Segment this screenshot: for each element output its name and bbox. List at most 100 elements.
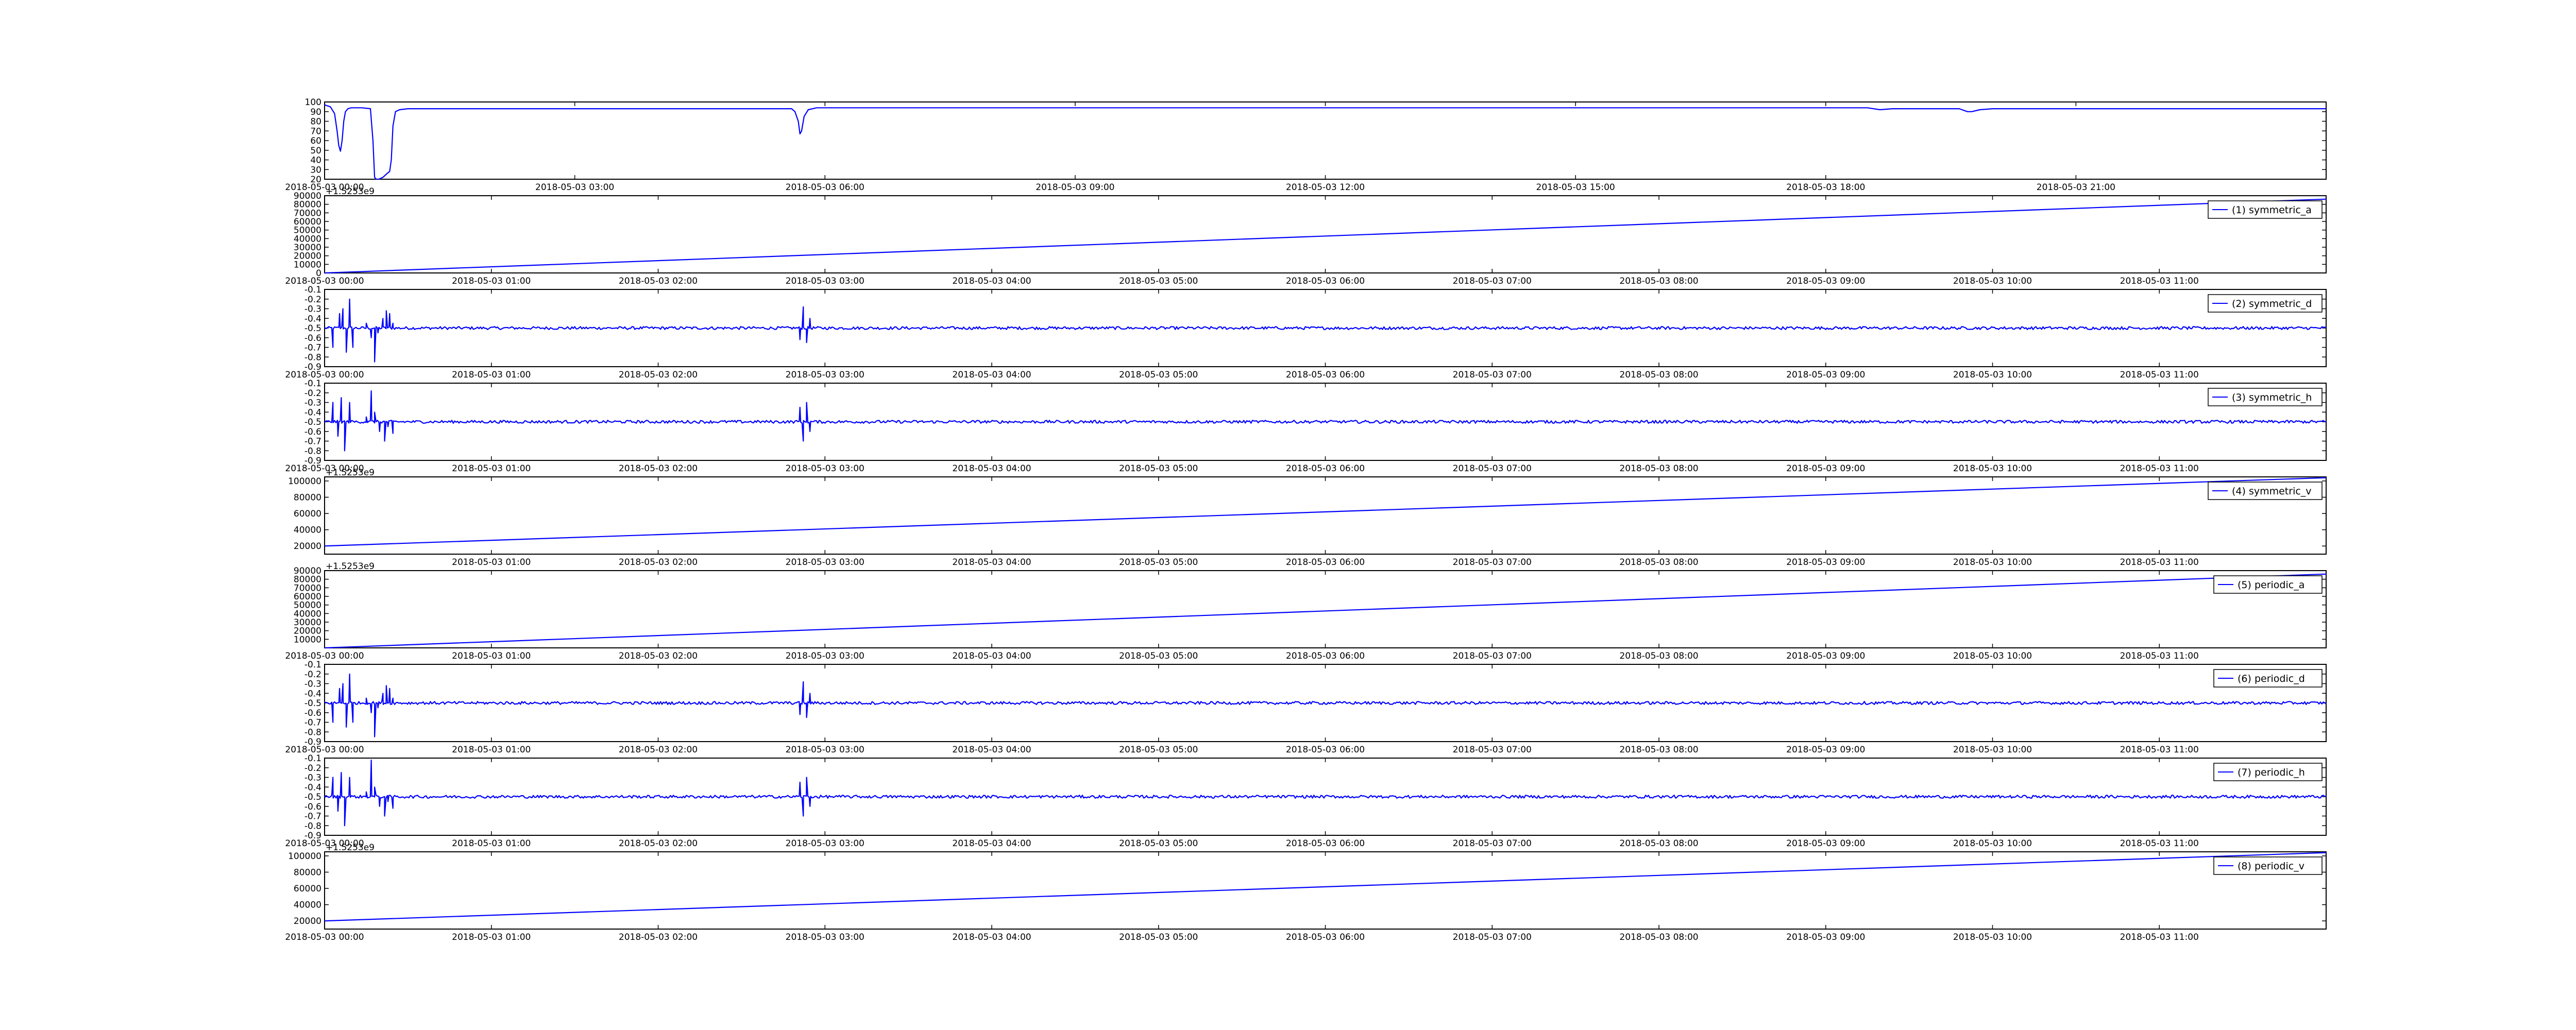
x-tick-label: 2018-05-03 03:00: [786, 370, 865, 380]
y-tick-label: 100: [305, 97, 321, 108]
y-tick-label: -0.7: [304, 718, 321, 728]
x-tick-label: 2018-05-03 03:00: [535, 182, 614, 193]
x-tick-label: 2018-05-03 02:00: [619, 745, 698, 755]
x-tick-label: 2018-05-03 08:00: [1619, 464, 1698, 474]
y-tick-label: -0.8: [304, 821, 321, 831]
x-tick-label: 2018-05-03 10:00: [1953, 370, 2032, 380]
x-tick-label: 2018-05-03 11:00: [2120, 464, 2199, 474]
legend-label: (3) symmetric_h: [2232, 392, 2312, 403]
legend-label: (5) periodic_a: [2238, 579, 2304, 591]
y-tick-label: 40000: [294, 900, 321, 911]
y-tick-label: -0.4: [304, 782, 321, 793]
x-tick-label: 2018-05-03 02:00: [619, 370, 698, 380]
x-tick-label: 2018-05-03 07:00: [1453, 745, 1532, 755]
y-tick-label: 90000: [294, 566, 321, 576]
x-tick-label: 2018-05-03 03:00: [786, 838, 865, 849]
x-tick-label: 2018-05-03 09:00: [1036, 182, 1114, 193]
legend-label: (7) periodic_h: [2238, 767, 2305, 778]
x-tick-label: 2018-05-03 06:00: [1286, 651, 1365, 661]
x-tick-label: 2018-05-03 09:00: [1786, 276, 1865, 286]
x-tick-label: 2018-05-03 05:00: [1119, 838, 1198, 849]
y-tick-label: -0.8: [304, 352, 321, 363]
x-tick-label: 2018-05-03 18:00: [1786, 182, 1865, 193]
legend-label: (4) symmetric_v: [2232, 486, 2312, 497]
x-tick-label: 2018-05-03 06:00: [1286, 932, 1365, 942]
x-tick-label: 2018-05-03 15:00: [1536, 182, 1615, 193]
y-tick-label: -0.1: [304, 379, 321, 389]
x-tick-label: 2018-05-03 10:00: [1953, 464, 2032, 474]
x-tick-label: 2018-05-03 03:00: [786, 932, 865, 942]
y-tick-label: -0.5: [304, 417, 321, 427]
y-tick-label: 40000: [294, 525, 321, 536]
x-tick-label: 2018-05-03 01:00: [452, 464, 531, 474]
x-tick-label: 2018-05-03 10:00: [1953, 745, 2032, 755]
x-tick-label: 2018-05-03 05:00: [1119, 464, 1198, 474]
y-tick-label: -0.1: [304, 660, 321, 670]
x-tick-label: 2018-05-03 07:00: [1453, 651, 1532, 661]
x-tick-label: 2018-05-03 00:00: [285, 276, 364, 286]
x-tick-label: 2018-05-03 10:00: [1953, 838, 2032, 849]
x-tick-label: 2018-05-03 02:00: [619, 932, 698, 942]
legend-label: (2) symmetric_d: [2232, 298, 2312, 310]
y-tick-label: -0.6: [304, 708, 321, 718]
x-tick-label: 2018-05-03 11:00: [2120, 557, 2199, 568]
x-tick-label: 2018-05-03 03:00: [786, 651, 865, 661]
x-tick-label: 2018-05-03 08:00: [1619, 557, 1698, 568]
x-tick-label: 2018-05-03 00:00: [285, 651, 364, 661]
y-tick-label: -0.4: [304, 689, 321, 699]
y-tick-label: 60000: [294, 884, 321, 894]
x-tick-label: 2018-05-03 01:00: [452, 276, 531, 286]
x-tick-label: 2018-05-03 02:00: [619, 276, 698, 286]
x-tick-label: 2018-05-03 11:00: [2120, 745, 2199, 755]
y-tick-label: -0.8: [304, 446, 321, 456]
x-tick-label: 2018-05-03 08:00: [1619, 838, 1698, 849]
x-tick-label: 2018-05-03 07:00: [1453, 557, 1532, 568]
x-tick-label: 2018-05-03 21:00: [2037, 182, 2115, 193]
y-tick-label: -0.2: [304, 388, 321, 399]
axis-offset-label: +1.5253e9: [326, 843, 375, 853]
legend-label: (8) periodic_v: [2238, 861, 2304, 872]
x-tick-label: 2018-05-03 09:00: [1786, 838, 1865, 849]
x-tick-label: 2018-05-03 11:00: [2120, 838, 2199, 849]
x-tick-label: 2018-05-03 11:00: [2120, 370, 2199, 380]
x-tick-label: 2018-05-03 01:00: [452, 651, 531, 661]
x-tick-label: 2018-05-03 11:00: [2120, 932, 2199, 942]
y-tick-label: -0.3: [304, 304, 321, 315]
x-tick-label: 2018-05-03 03:00: [786, 745, 865, 755]
x-tick-label: 2018-05-03 08:00: [1619, 651, 1698, 661]
y-tick-label: -0.6: [304, 802, 321, 812]
x-tick-label: 2018-05-03 09:00: [1786, 932, 1865, 942]
axis-offset-label: +1.5253e9: [326, 468, 375, 478]
x-tick-label: 2018-05-03 06:00: [786, 182, 865, 193]
y-tick-label: -0.7: [304, 437, 321, 447]
x-tick-label: 2018-05-03 07:00: [1453, 276, 1532, 286]
x-tick-label: 2018-05-03 09:00: [1786, 745, 1865, 755]
axis-offset-label: +1.5253e9: [326, 186, 375, 197]
x-tick-label: 2018-05-03 05:00: [1119, 745, 1198, 755]
y-tick-label: 50: [310, 146, 321, 156]
x-tick-label: 2018-05-03 05:00: [1119, 557, 1198, 568]
y-tick-label: 80000: [294, 492, 321, 503]
x-tick-label: 2018-05-03 12:00: [1286, 182, 1365, 193]
y-tick-label: -0.3: [304, 398, 321, 408]
x-tick-label: 2018-05-03 04:00: [952, 932, 1031, 942]
x-tick-label: 2018-05-03 06:00: [1286, 464, 1365, 474]
x-tick-label: 2018-05-03 04:00: [952, 276, 1031, 286]
y-tick-label: 40: [310, 156, 321, 166]
y-tick-label: 20000: [294, 541, 321, 552]
y-tick-label: -0.6: [304, 427, 321, 437]
x-tick-label: 2018-05-03 09:00: [1786, 557, 1865, 568]
y-tick-label: 60000: [294, 509, 321, 519]
x-tick-label: 2018-05-03 08:00: [1619, 932, 1698, 942]
x-tick-label: 2018-05-03 01:00: [452, 838, 531, 849]
x-tick-label: 2018-05-03 08:00: [1619, 745, 1698, 755]
x-tick-label: 2018-05-03 06:00: [1286, 838, 1365, 849]
y-tick-label: -0.5: [304, 792, 321, 802]
x-tick-label: 2018-05-03 05:00: [1119, 276, 1198, 286]
x-tick-label: 2018-05-03 03:00: [786, 557, 865, 568]
y-tick-label: -0.3: [304, 679, 321, 690]
y-tick-label: -0.4: [304, 407, 321, 418]
y-tick-label: -0.3: [304, 773, 321, 783]
x-tick-label: 2018-05-03 11:00: [2120, 276, 2199, 286]
x-tick-label: 2018-05-03 04:00: [952, 838, 1031, 849]
